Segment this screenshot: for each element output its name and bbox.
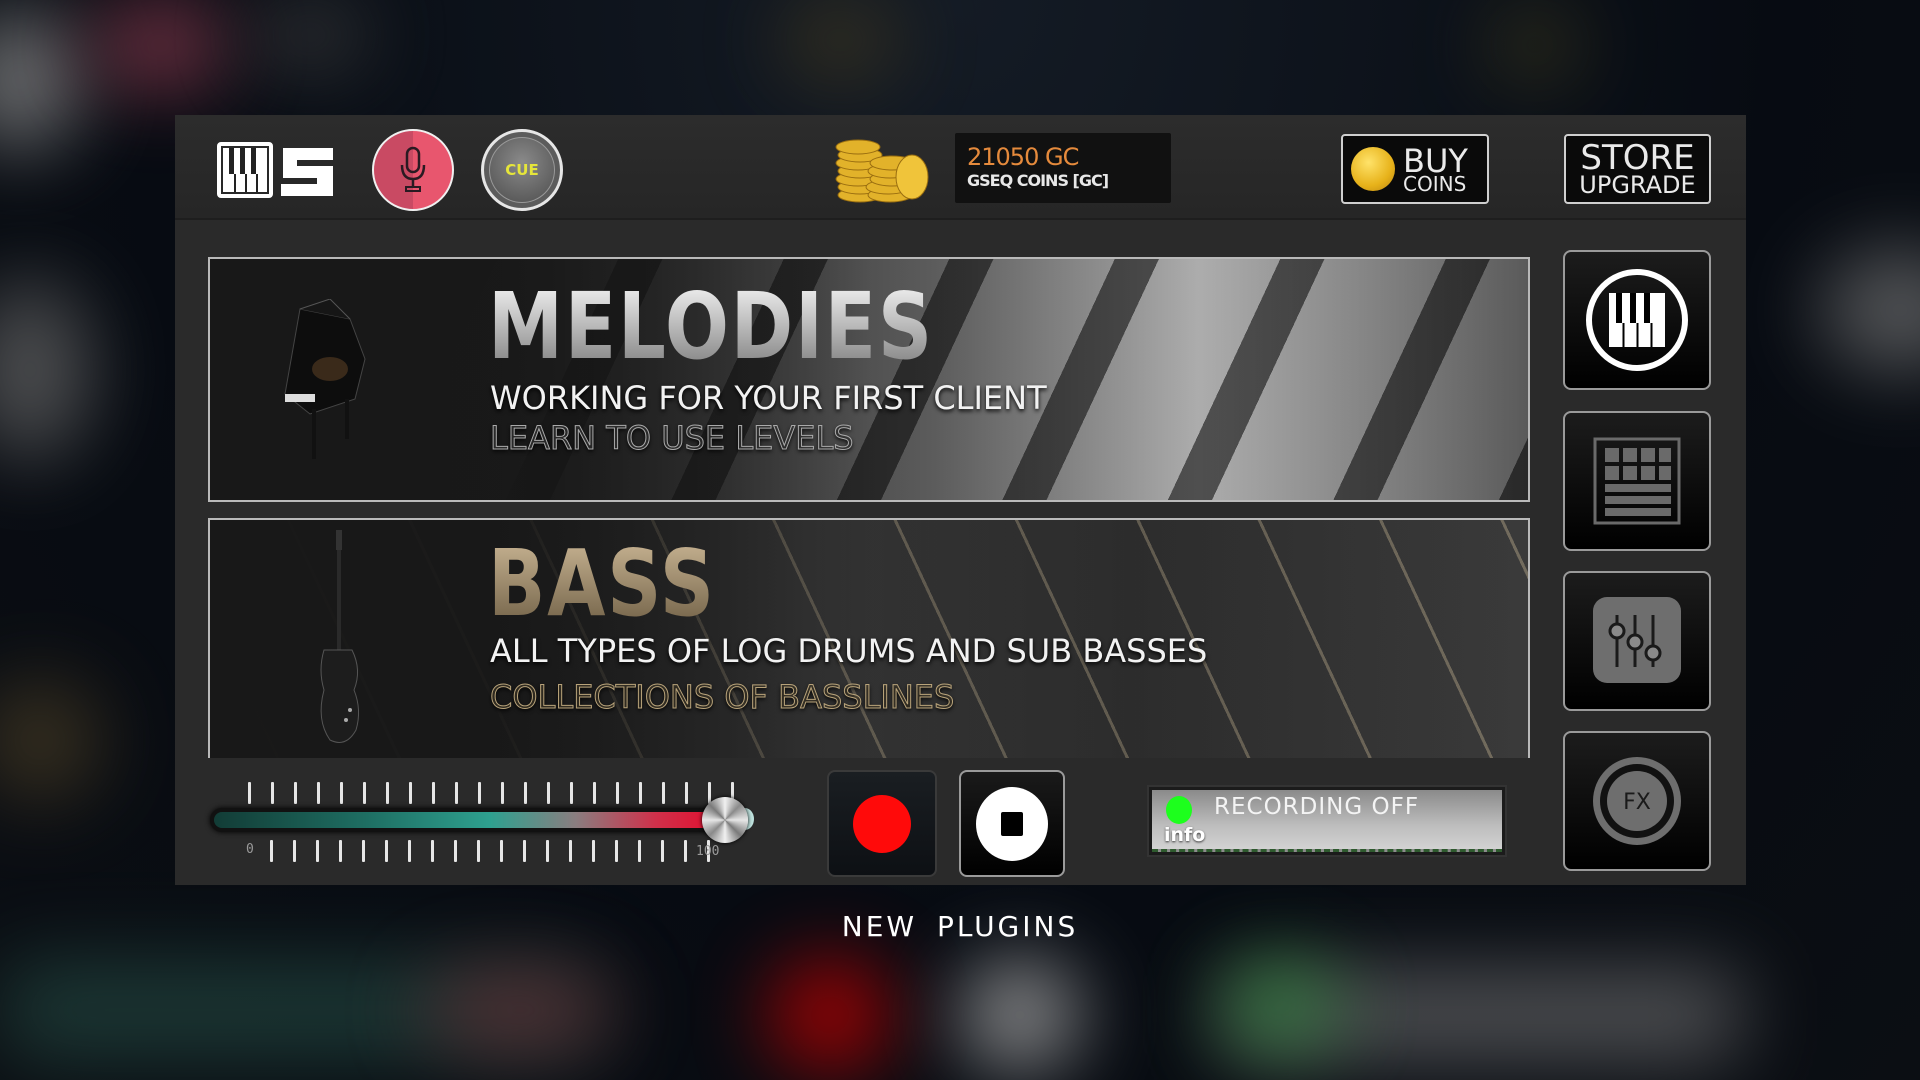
cue-label: CUE [505,161,539,179]
new-plugins-label: NEW PLUGINS [841,910,1079,943]
piano-keys-button[interactable] [1563,250,1711,390]
svg-text:FX: FX [1623,790,1651,815]
piano-keys-icon [1586,269,1688,371]
recording-status-text: RECORDING OFF [1214,794,1420,820]
coin-balance: 21050 GC GSEQ COINS [GC] [955,133,1171,203]
gold-coin-icon [1351,147,1395,191]
mixer-sliders-icon [1593,597,1681,683]
app-logo[interactable] [217,142,337,198]
coin-stack-icon [830,135,940,205]
bass-banner[interactable]: BASS ALL TYPES OF LOG DRUMS AND SUB BASS… [208,518,1530,758]
main-panel: CUE 21050 GC GSEQ COINS [GC] BUY COINS S… [175,115,1746,885]
slider-min-label: 0 [246,842,254,857]
mixer-button[interactable] [1563,571,1711,711]
melodies-subtitle-2: LEARN TO USE LEVELS [490,419,855,458]
stop-button[interactable] [959,770,1065,877]
cue-button[interactable]: CUE [481,129,563,211]
record-button[interactable] [827,770,937,877]
fx-button[interactable]: FX [1563,731,1711,871]
slider-track [210,808,730,832]
slider-ticks-bottom [270,840,730,862]
bass-subtitle-2: COLLECTIONS OF BASSLINES [489,678,955,717]
slider-max-label: 100 [696,844,720,859]
upgrade-label: UPGRADE [1579,171,1696,199]
store-upgrade-button[interactable]: STORE UPGRADE [1564,134,1711,204]
microphone-icon [400,146,426,192]
piano-5-logo-icon [217,142,333,198]
top-bar: CUE 21050 GC GSEQ COINS [GC] BUY COINS S… [175,115,1746,220]
slider-fill [214,812,716,828]
buy-coins-button[interactable]: BUY COINS [1341,134,1489,204]
bass-title: BASS [488,530,716,637]
bass-subtitle-1: ALL TYPES OF LOG DRUMS AND SUB BASSES [490,632,1208,670]
coins-label: COINS [1403,171,1467,196]
coin-amount: 21050 GC [967,143,1079,171]
stop-icon [976,786,1048,861]
melodies-title: MELODIES [488,273,934,380]
info-link[interactable]: info [1164,824,1205,846]
fx-icon: FX [1593,757,1681,845]
microphone-button[interactable] [372,129,454,211]
status-led-icon [1166,796,1192,824]
slider-ticks-top [248,782,754,804]
melodies-subtitle-1: WORKING FOR YOUR FIRST CLIENT [490,379,1047,417]
record-icon [853,794,911,853]
slider-knob[interactable] [702,797,748,843]
volume-slider[interactable]: 0 100 [210,770,754,880]
store-label: STORE [1580,138,1695,178]
electric-guitar-icon [320,530,360,743]
melodies-banner[interactable]: MELODIES WORKING FOR YOUR FIRST CLIENT L… [208,257,1530,502]
grand-piano-icon [284,299,366,459]
drum-pad-button[interactable] [1563,411,1711,551]
recording-status: RECORDING OFF info [1147,785,1507,857]
coin-label: GSEQ COINS [GC] [967,171,1109,190]
drum-pad-icon [1593,437,1681,525]
